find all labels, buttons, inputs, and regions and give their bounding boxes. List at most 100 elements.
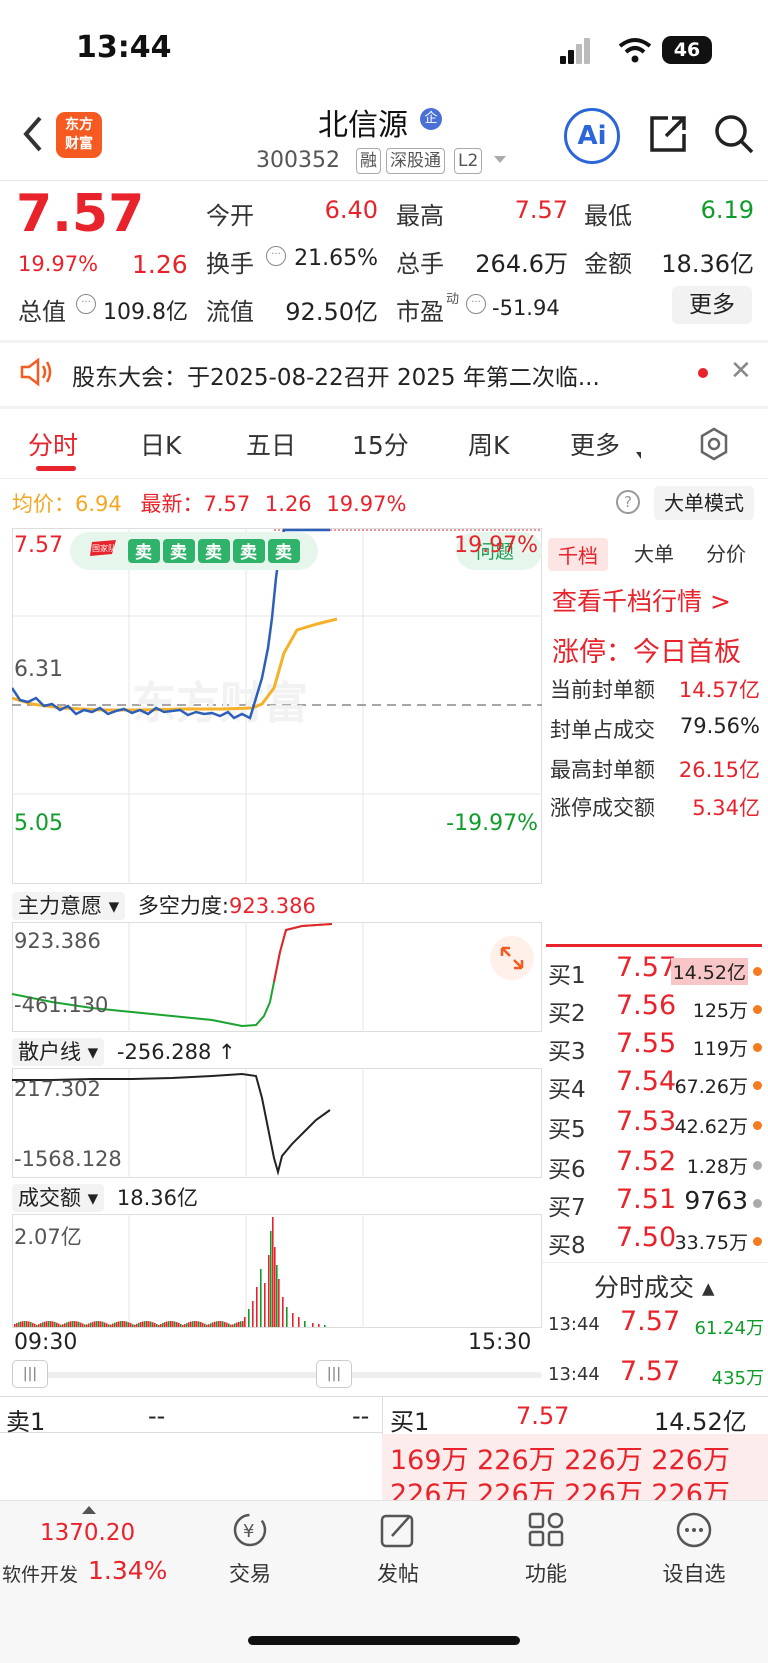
orderbook-row[interactable]: 买8 7.50 33.75万 [548,1222,764,1260]
indicator3-dropdown[interactable]: 成交额 ▾ [12,1184,105,1212]
indicator2-dropdown[interactable]: 散户线 ▾ [12,1038,105,1066]
orderbook-dot [753,967,762,976]
amount-bar [282,1297,284,1327]
indicator1-dropdown[interactable]: 主力意愿 ▾ [12,892,126,920]
search-icon[interactable] [712,112,756,156]
amount-bar [286,1307,288,1327]
more-button[interactable]: 更多 [672,286,752,324]
tab-big-order[interactable]: 大单 [634,538,674,567]
amount-bar [84,1324,86,1327]
gear-icon[interactable] [696,426,732,462]
tab-five-day[interactable]: 五日 [246,426,296,462]
tab-thousand-depth[interactable]: 千档 [548,538,608,571]
amount-bar [128,1322,130,1327]
last-price: 7.57 [16,184,145,244]
time-range-slider[interactable]: ||| ||| [12,1360,542,1390]
slider-right-handle[interactable]: ||| [316,1360,352,1388]
amount-bar [166,1321,168,1327]
close-icon[interactable]: ✕ [730,356,752,386]
amount-bar [270,1231,272,1327]
tab-functions[interactable]: 功能 [496,1510,596,1588]
amount-bar [200,1322,202,1327]
trades-title[interactable]: 分时成交 ▴ [594,1268,715,1304]
indicator1-chart[interactable]: 923.386 -461.130 [12,922,542,1032]
orderbook-volume: 1.28万 [686,1156,748,1178]
amount-chart[interactable]: 2.07亿 [12,1214,542,1328]
indicator1-value: 923.386 [228,894,316,918]
limit-turnover-value: 5.34亿 [692,796,760,820]
orderbook-volume: 125万 [692,1000,748,1022]
tab-intraday[interactable]: 分时 [28,426,78,462]
amount-bar [140,1322,142,1327]
amount-bar [66,1322,68,1327]
tab-weekly-k[interactable]: 周K [468,426,509,462]
amount-bar [132,1324,134,1327]
help-icon[interactable]: ? [616,490,640,514]
amount-bar [218,1321,220,1327]
amount-bar [206,1324,208,1327]
indicator3-value: 18.36亿 [116,1186,199,1210]
tab-price-dist[interactable]: 分价 [706,538,746,567]
orderbook-row[interactable]: 买7 7.51 9763 [548,1184,764,1222]
amount-bar [96,1321,98,1327]
amount-bar [80,1322,82,1327]
intraday-chart[interactable]: 东方财富 国家队 卖 卖 卖 卖 卖 问题 7.57 6.31 5.05 19.… [12,528,542,884]
amount-bar [110,1324,112,1327]
divider [0,1432,382,1433]
indicator3-name: 成交额 [18,1186,81,1210]
amount-bar [202,1322,204,1327]
indicator3-header: 成交额 ▾ 18.36亿 [12,1182,198,1212]
active-tab-indicator [36,466,76,471]
float-label: 流值 [206,298,254,326]
tab-trade[interactable]: ¥ 交易 [200,1510,300,1588]
buy1-label: 买1 [390,1408,430,1436]
big-order-mode-button[interactable]: 大单模式 [654,486,754,520]
trade-time: 13:44 [548,1364,600,1385]
notice-text[interactable]: 股东大会：于2025-08-22召开 2025 年第二次临... [72,358,600,392]
amount-bar [178,1322,180,1327]
index-value[interactable]: 1370.20 [40,1520,135,1546]
share-icon[interactable] [646,112,690,156]
orderbook-row[interactable]: 买1 7.57 14.52亿 [548,952,764,990]
orderbook-row[interactable]: 买6 7.52 1.28万 [548,1146,764,1184]
amount-bar [312,1323,314,1327]
amount-bar [74,1321,76,1327]
sector-name[interactable]: 软件开发 [2,1560,78,1587]
indicator2-value: -256.288 ↑ [116,1040,236,1064]
chart-watermark: 东方财富 [132,678,308,729]
tab-daily-k[interactable]: 日K [140,426,181,462]
orderbook-row[interactable]: 买3 7.55 119万 [548,1028,764,1066]
ai-button[interactable]: Ai [564,108,620,164]
y-axis-mid: 6.31 [14,657,63,682]
indicator2-chart[interactable]: 217.302 -1568.128 [12,1068,542,1178]
info-dots-icon: ··· [76,294,96,314]
tab-15min[interactable]: 15分 [352,426,409,462]
orderbook-row[interactable]: 买2 7.56 125万 [548,990,764,1028]
amount-label: 金额 [584,250,632,278]
tab-more[interactable]: 更多 [570,426,620,462]
tab-post[interactable]: 发帖 [348,1510,448,1588]
amount-bar [64,1323,66,1327]
amount-bar [172,1321,174,1327]
orderbook-price: 7.56 [616,990,677,1021]
tab-add-watchlist[interactable]: 设自选 [644,1510,744,1588]
amount-bar [18,1322,20,1327]
amount-bar [238,1321,240,1327]
trade-vol: 435万 [711,1368,764,1389]
orderbook-label: 买1 [548,963,586,989]
orderbook-row[interactable]: 买4 7.54 67.26万 [548,1066,764,1104]
battery-icon: 46 [662,36,712,64]
amount-bar [54,1321,56,1327]
low-value: 6.19 [700,196,754,224]
orderbook-row[interactable]: 买5 7.53 42.62万 [548,1106,764,1144]
avg-value: 6.94 [75,492,122,516]
amount-bar [160,1323,162,1327]
divider [542,1262,768,1263]
switch-stock-caret[interactable] [494,156,506,163]
amount-bar [242,1321,244,1327]
back-arrow-icon[interactable] [18,112,48,156]
view-depth-link[interactable]: 查看千档行情 > [552,582,731,618]
amount-bar [146,1321,148,1327]
buy1-vol: 14.52亿 [654,1408,747,1436]
slider-left-handle[interactable]: ||| [12,1360,48,1388]
